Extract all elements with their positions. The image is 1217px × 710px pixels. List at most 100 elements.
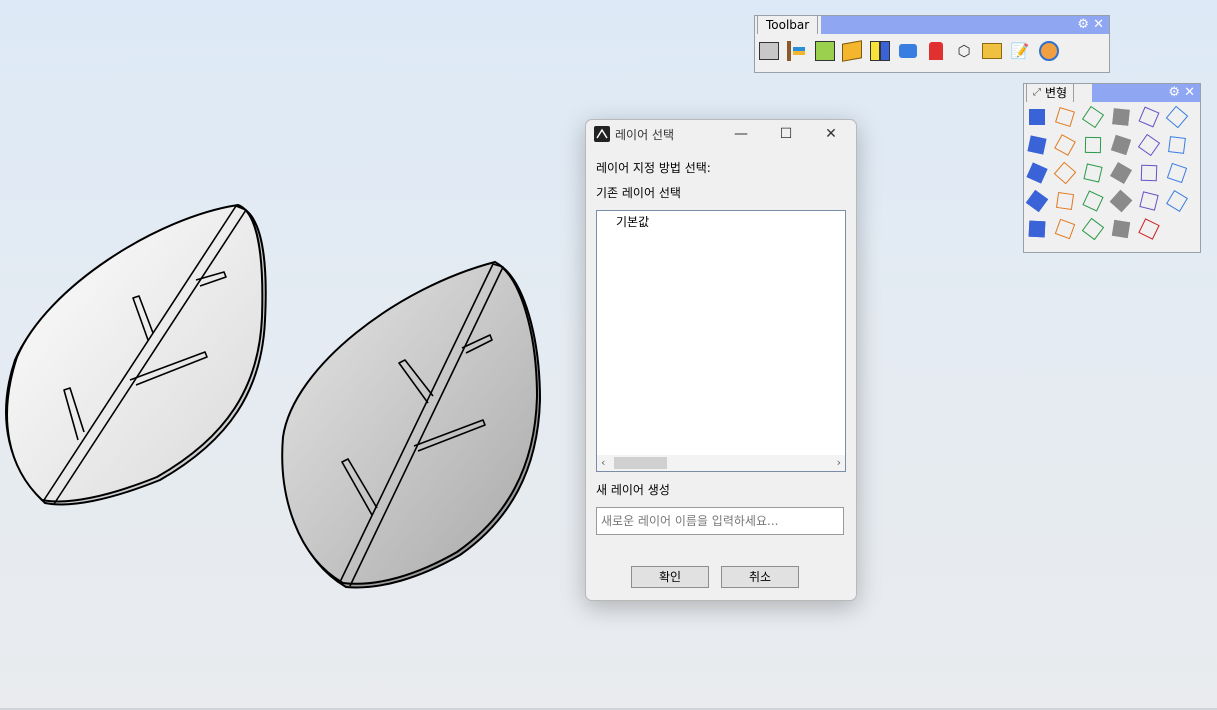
wave-icon-glyph bbox=[1166, 190, 1188, 212]
cancel-button[interactable]: 취소 bbox=[721, 566, 799, 588]
project-icon[interactable] bbox=[1054, 190, 1076, 212]
move-icon-glyph bbox=[1029, 109, 1045, 125]
folder-icon[interactable] bbox=[981, 40, 1003, 62]
sphere-icon-glyph bbox=[1084, 136, 1102, 154]
layer-calculator-icon[interactable] bbox=[814, 40, 836, 62]
taper-icon-glyph bbox=[1166, 162, 1188, 184]
prompt-label: 레이어 지정 방법 선택: bbox=[596, 161, 711, 175]
mesh-icon[interactable] bbox=[1081, 217, 1105, 241]
transform-icon-grid bbox=[1025, 105, 1196, 250]
rotate-icon[interactable] bbox=[1054, 134, 1076, 156]
copy-icon[interactable] bbox=[1054, 106, 1076, 128]
transform-panel: ⤢ 변형 ⚙ ✕ bbox=[1023, 83, 1201, 253]
scale-icon[interactable] bbox=[1137, 133, 1161, 157]
scroll-right-icon[interactable]: › bbox=[837, 455, 841, 471]
smooth-icon[interactable] bbox=[1082, 190, 1104, 212]
slash-icon-glyph bbox=[1109, 189, 1133, 213]
toolbar-panel-titlebar[interactable]: ⚙ ✕ bbox=[821, 16, 1109, 34]
polar-array-icon[interactable] bbox=[1082, 162, 1104, 184]
existing-layer-list[interactable]: 기본값 ‹ › bbox=[596, 210, 846, 472]
cylinder-icon-glyph bbox=[1054, 218, 1076, 240]
bend-icon-glyph bbox=[1138, 106, 1160, 128]
leaf-model-right[interactable] bbox=[281, 260, 542, 589]
array-icon-glyph bbox=[1112, 108, 1130, 126]
leaf-model-left[interactable] bbox=[5, 203, 267, 506]
box-edit-icon-glyph bbox=[1165, 105, 1189, 129]
render-icon[interactable] bbox=[1038, 40, 1060, 62]
array-icon[interactable] bbox=[1110, 106, 1132, 128]
box-icon[interactable] bbox=[841, 40, 863, 62]
wave-icon[interactable] bbox=[1166, 190, 1188, 212]
align-icon[interactable] bbox=[1110, 134, 1132, 156]
rotate-icon-glyph bbox=[1054, 134, 1076, 156]
bend-icon[interactable] bbox=[1138, 106, 1160, 128]
new-layer-name-input[interactable] bbox=[596, 507, 844, 535]
gear-icon[interactable]: ⚙ bbox=[1168, 85, 1180, 101]
mesh-icon-glyph bbox=[1081, 217, 1105, 241]
arrow-icon-glyph bbox=[1138, 218, 1160, 240]
object-export-icon[interactable]: ⬡ bbox=[953, 40, 975, 62]
gear-icon[interactable]: ⚙ bbox=[1077, 17, 1089, 33]
copy-icon-glyph bbox=[1055, 107, 1075, 127]
slash-icon[interactable] bbox=[1109, 189, 1133, 213]
analyze-icon[interactable] bbox=[897, 40, 919, 62]
cylinder-icon[interactable] bbox=[1054, 218, 1076, 240]
slash-alt-icon[interactable] bbox=[1138, 190, 1160, 212]
shear-icon[interactable] bbox=[1166, 134, 1188, 156]
flow-icon[interactable] bbox=[1110, 162, 1132, 184]
orient-icon[interactable] bbox=[1026, 162, 1048, 184]
taper-icon[interactable] bbox=[1166, 162, 1188, 184]
cage-edit-icon-glyph bbox=[1111, 219, 1131, 239]
list-item[interactable]: 기본값 bbox=[616, 213, 649, 230]
slash-alt-icon-glyph bbox=[1139, 191, 1159, 211]
transform-panel-tab-label: 변형 bbox=[1045, 86, 1068, 100]
bolt-icon[interactable] bbox=[925, 40, 947, 62]
transform-panel-tab[interactable]: ⤢ 변형 bbox=[1026, 83, 1075, 102]
align-icon-glyph bbox=[1110, 134, 1132, 156]
stretch-icon[interactable] bbox=[1026, 218, 1048, 240]
scrollbar-thumb[interactable] bbox=[614, 457, 667, 469]
toolbar-panel-tab-label: Toolbar bbox=[766, 18, 810, 32]
dialog-titlebar[interactable]: 레이어 선택 — ☐ ✕ bbox=[586, 120, 856, 148]
ok-button[interactable]: 확인 bbox=[631, 566, 709, 588]
shear-icon-glyph bbox=[1168, 136, 1186, 154]
app-logo-icon bbox=[594, 126, 610, 142]
cage-icon-glyph bbox=[1140, 164, 1158, 182]
transform-panel-titlebar[interactable]: ⚙ ✕ bbox=[1092, 84, 1200, 102]
twist-icon-glyph bbox=[1025, 189, 1049, 213]
dimension-icon[interactable] bbox=[785, 40, 807, 62]
grid-array-icon[interactable] bbox=[1053, 161, 1077, 185]
curve-icon[interactable] bbox=[1081, 105, 1105, 129]
toolbar-panel-tab[interactable]: Toolbar bbox=[757, 15, 819, 34]
twist-icon[interactable] bbox=[1025, 189, 1049, 213]
cage-edit-icon[interactable] bbox=[1110, 218, 1132, 240]
sphere-icon[interactable] bbox=[1082, 134, 1104, 156]
minimize-button[interactable]: — bbox=[726, 124, 756, 144]
existing-layer-label: 기존 레이어 선택 bbox=[596, 186, 681, 200]
properties-edit-icon[interactable]: 📝 bbox=[1009, 40, 1031, 62]
rectangle-icon[interactable] bbox=[758, 40, 780, 62]
cage-icon[interactable] bbox=[1138, 162, 1160, 184]
transform-tab-icon: ⤢ bbox=[1033, 87, 1041, 98]
move-icon[interactable] bbox=[1026, 106, 1048, 128]
arrow-icon[interactable] bbox=[1138, 218, 1160, 240]
mirror-icon[interactable] bbox=[1026, 134, 1048, 156]
smooth-icon-glyph bbox=[1082, 190, 1104, 212]
grid-array-icon-glyph bbox=[1053, 161, 1077, 185]
horizontal-scrollbar[interactable]: ‹ › bbox=[597, 455, 845, 471]
layers-icon[interactable] bbox=[869, 40, 891, 62]
orient-icon-glyph bbox=[1026, 162, 1048, 184]
close-icon[interactable]: ✕ bbox=[1093, 17, 1104, 33]
project-icon-glyph bbox=[1055, 191, 1075, 211]
close-icon[interactable]: ✕ bbox=[1184, 85, 1195, 101]
box-edit-icon[interactable] bbox=[1165, 105, 1189, 129]
flow-icon-glyph bbox=[1110, 162, 1132, 184]
stretch-icon-glyph bbox=[1028, 220, 1046, 238]
close-button[interactable]: ✕ bbox=[816, 124, 846, 144]
new-layer-label: 새 레이어 생성 bbox=[596, 483, 670, 497]
scale-icon-glyph bbox=[1137, 133, 1161, 157]
toolbar-panel: Toolbar ⚙ ✕ ⬡ 📝 bbox=[754, 15, 1110, 73]
maximize-button[interactable]: ☐ bbox=[771, 124, 801, 144]
scroll-left-icon[interactable]: ‹ bbox=[601, 455, 605, 471]
curve-icon-glyph bbox=[1081, 105, 1105, 129]
